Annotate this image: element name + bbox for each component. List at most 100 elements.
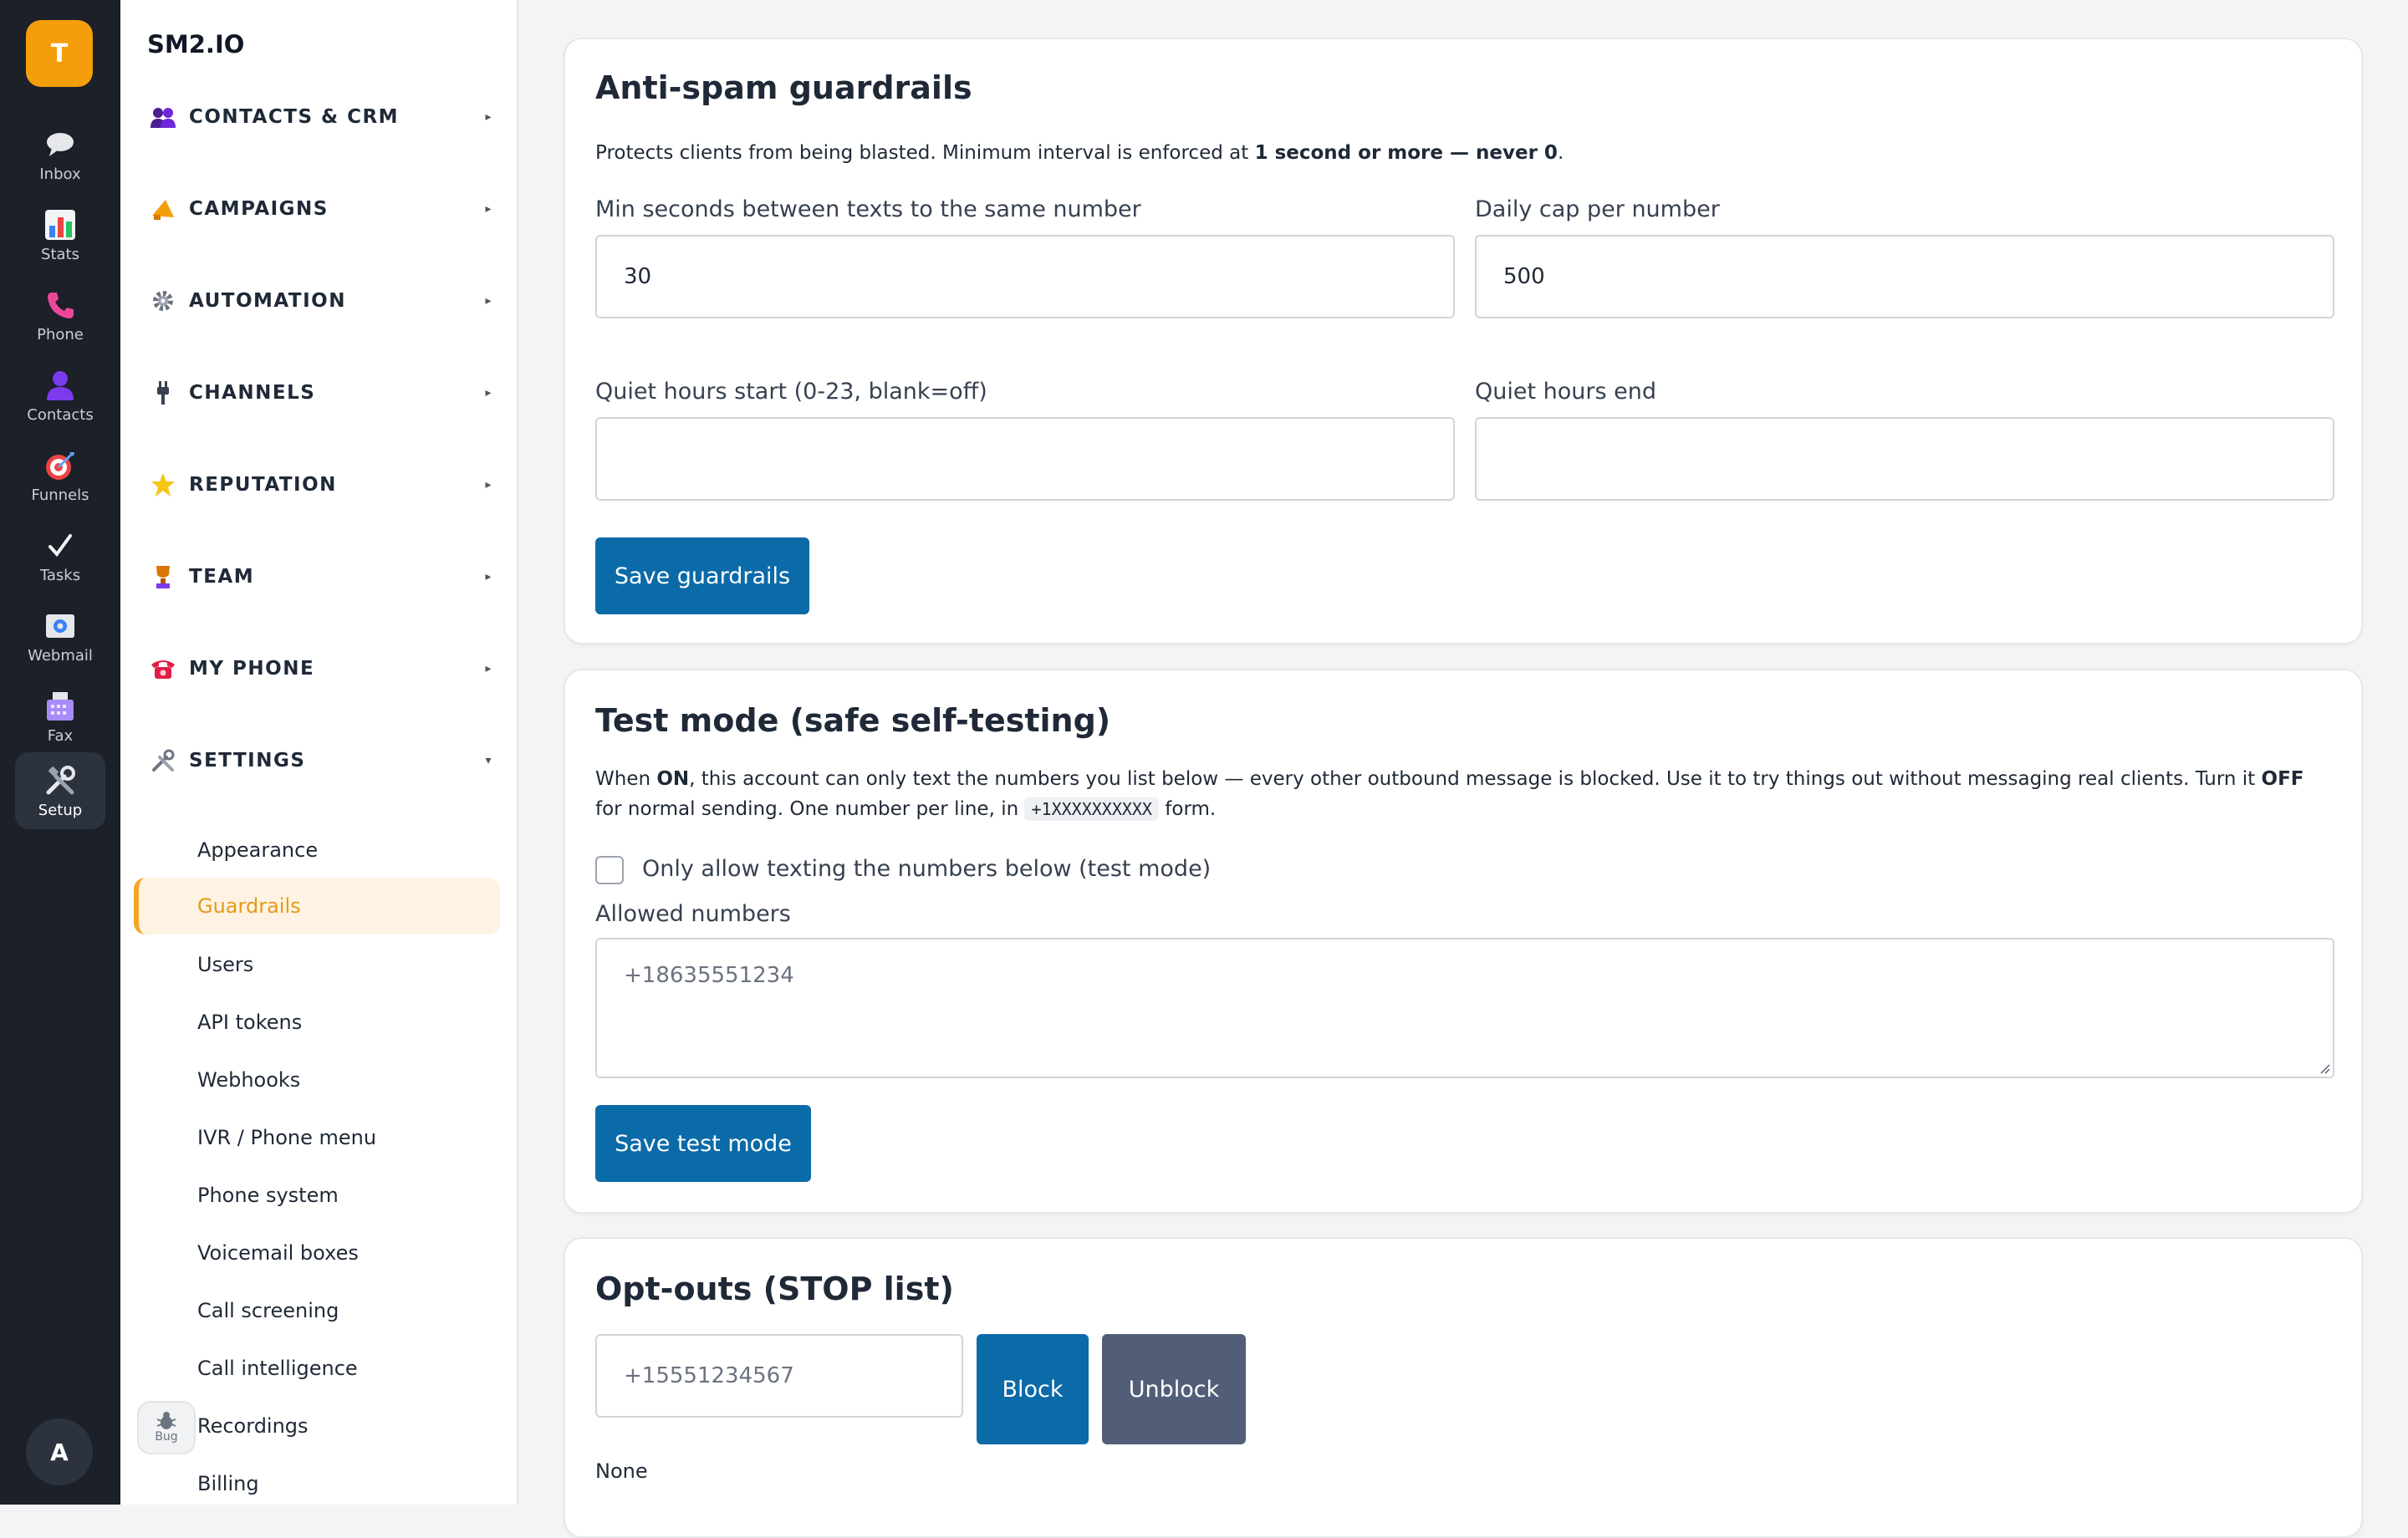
settings-item-api-tokens[interactable]: API tokens — [134, 994, 500, 1051]
caret-right-icon: ▸ — [485, 110, 492, 124]
nav-group-label: AUTOMATION — [189, 290, 346, 312]
trophy-icon — [145, 559, 181, 594]
nav-group-label: CONTACTS & CRM — [189, 106, 400, 128]
target-icon — [44, 448, 76, 483]
test-mode-card: Test mode (safe self-testing) When ON, t… — [564, 669, 2363, 1214]
nav-group-settings[interactable]: SETTINGS ▾ — [145, 736, 497, 786]
optouts-list-empty: None — [595, 1459, 648, 1483]
allowed-numbers-textarea[interactable]: +18635551234 — [595, 938, 2334, 1078]
unblock-button[interactable]: Unblock — [1102, 1334, 1246, 1444]
bar-chart-icon — [44, 207, 76, 242]
settings-item-ivr-phone-menu[interactable]: IVR / Phone menu — [134, 1109, 500, 1166]
icon-rail: T Inbox Stats Phone Contacts Funnels Tas… — [0, 0, 120, 1505]
workspace-logo[interactable]: T — [26, 20, 93, 87]
speech-bubble-icon — [45, 127, 75, 162]
fax-icon — [46, 689, 74, 724]
star-icon — [145, 467, 181, 502]
quiet-start-label: Quiet hours start (0-23, blank=off) — [595, 379, 987, 405]
nav-group-label: MY PHONE — [189, 658, 315, 680]
check-icon — [48, 528, 73, 563]
rail-item-label: Tasks — [39, 566, 81, 584]
resize-handle-icon[interactable] — [2318, 1062, 2331, 1075]
rail-item-phone[interactable]: Phone — [15, 278, 105, 353]
rail-item-label: Funnels — [31, 486, 89, 504]
test-mode-checkbox-label: Only allow texting the numbers below (te… — [642, 856, 1212, 882]
nav-group-automation[interactable]: AUTOMATION ▸ — [145, 276, 497, 326]
settings-item-call-screening[interactable]: Call screening — [134, 1282, 500, 1339]
nav-group-reputation[interactable]: REPUTATION ▸ — [145, 460, 497, 510]
caret-right-icon: ▸ — [485, 386, 492, 400]
caret-right-icon: ▸ — [485, 294, 492, 308]
optout-number-input[interactable]: +15551234567 — [595, 1334, 963, 1418]
settings-item-appearance[interactable]: Appearance — [134, 822, 500, 878]
settings-item-webhooks[interactable]: Webhooks — [134, 1052, 500, 1108]
daily-cap-input[interactable]: 500 — [1475, 235, 2334, 318]
rail-item-tasks[interactable]: Tasks — [15, 518, 105, 593]
optouts-card: Opt-outs (STOP list) +15551234567 Block … — [564, 1237, 2363, 1538]
nav-group-label: REPUTATION — [189, 474, 337, 496]
min-seconds-input[interactable]: 30 — [595, 235, 1455, 318]
caret-right-icon: ▸ — [485, 202, 492, 216]
email-icon — [45, 609, 75, 644]
rail-item-label: Webmail — [28, 646, 93, 665]
settings-item-billing[interactable]: Billing — [134, 1455, 500, 1505]
test-mode-description: When ON, this account can only text the … — [595, 768, 2304, 821]
settings-item-call-intelligence[interactable]: Call intelligence — [134, 1340, 500, 1397]
rail-item-funnels[interactable]: Funnels — [15, 438, 105, 513]
nav-group-label: CHANNELS — [189, 382, 316, 404]
quiet-start-input[interactable] — [595, 417, 1455, 501]
allowed-numbers-placeholder: +18635551234 — [624, 963, 794, 988]
settings-item-voicemail-boxes[interactable]: Voicemail boxes — [134, 1225, 500, 1281]
bug-report-button[interactable]: Bug — [137, 1401, 196, 1454]
settings-item-guardrails[interactable]: Guardrails — [134, 878, 500, 935]
save-test-mode-button[interactable]: Save test mode — [595, 1105, 811, 1182]
brand-name: SM2.IO — [147, 30, 245, 59]
rail-item-label: Phone — [37, 325, 84, 344]
rail-item-inbox[interactable]: Inbox — [15, 117, 105, 192]
guardrails-description: Protects clients from being blasted. Min… — [595, 142, 1564, 164]
phone-icon — [45, 288, 75, 323]
rail-item-webmail[interactable]: Webmail — [15, 598, 105, 674]
daily-cap-label: Daily cap per number — [1475, 196, 1720, 222]
side-nav: SM2.IO CONTACTS & CRM ▸ CAMPAIGNS ▸ AUTO… — [120, 0, 518, 1505]
nav-group-team[interactable]: TEAM ▸ — [145, 552, 497, 602]
bug-icon — [156, 1412, 176, 1429]
people-icon — [145, 99, 181, 135]
rail-item-label: Fax — [47, 726, 74, 745]
tools-icon — [145, 743, 181, 778]
quiet-end-input[interactable] — [1475, 417, 2334, 501]
rail-item-label: Contacts — [27, 405, 94, 424]
caret-right-icon: ▸ — [485, 478, 492, 491]
nav-group-my-phone[interactable]: MY PHONE ▸ — [145, 644, 497, 694]
rail-item-label: Setup — [38, 801, 83, 819]
allowed-numbers-label: Allowed numbers — [595, 901, 791, 927]
rail-item-setup[interactable]: Setup — [15, 752, 105, 829]
caret-right-icon: ▸ — [485, 662, 492, 675]
test-mode-title: Test mode (safe self-testing) — [595, 702, 1111, 739]
guardrails-title: Anti-spam guardrails — [595, 69, 972, 106]
nav-group-contacts-crm[interactable]: CONTACTS & CRM ▸ — [145, 92, 497, 142]
telephone-icon — [145, 651, 181, 686]
settings-item-users[interactable]: Users — [134, 936, 500, 993]
caret-right-icon: ▸ — [485, 570, 492, 583]
user-avatar[interactable]: A — [26, 1418, 93, 1485]
rail-item-label: Stats — [41, 245, 79, 263]
rail-item-stats[interactable]: Stats — [15, 197, 105, 272]
guardrails-card: Anti-spam guardrails Protects clients fr… — [564, 38, 2363, 644]
test-mode-checkbox[interactable] — [595, 856, 624, 884]
save-guardrails-button[interactable]: Save guardrails — [595, 537, 809, 614]
caret-down-icon: ▾ — [485, 754, 492, 767]
tools-icon — [44, 763, 76, 798]
optouts-title: Opt-outs (STOP list) — [595, 1271, 954, 1307]
megaphone-icon — [145, 191, 181, 227]
nav-group-campaigns[interactable]: CAMPAIGNS ▸ — [145, 184, 497, 234]
rail-item-fax[interactable]: Fax — [15, 679, 105, 754]
gear-icon — [145, 283, 181, 318]
block-button[interactable]: Block — [977, 1334, 1089, 1444]
rail-item-contacts[interactable]: Contacts — [15, 358, 105, 433]
settings-item-phone-system[interactable]: Phone system — [134, 1167, 500, 1224]
person-icon — [46, 368, 74, 403]
nav-group-channels[interactable]: CHANNELS ▸ — [145, 368, 497, 418]
rail-item-label: Inbox — [39, 165, 81, 183]
bug-label: Bug — [155, 1430, 178, 1444]
